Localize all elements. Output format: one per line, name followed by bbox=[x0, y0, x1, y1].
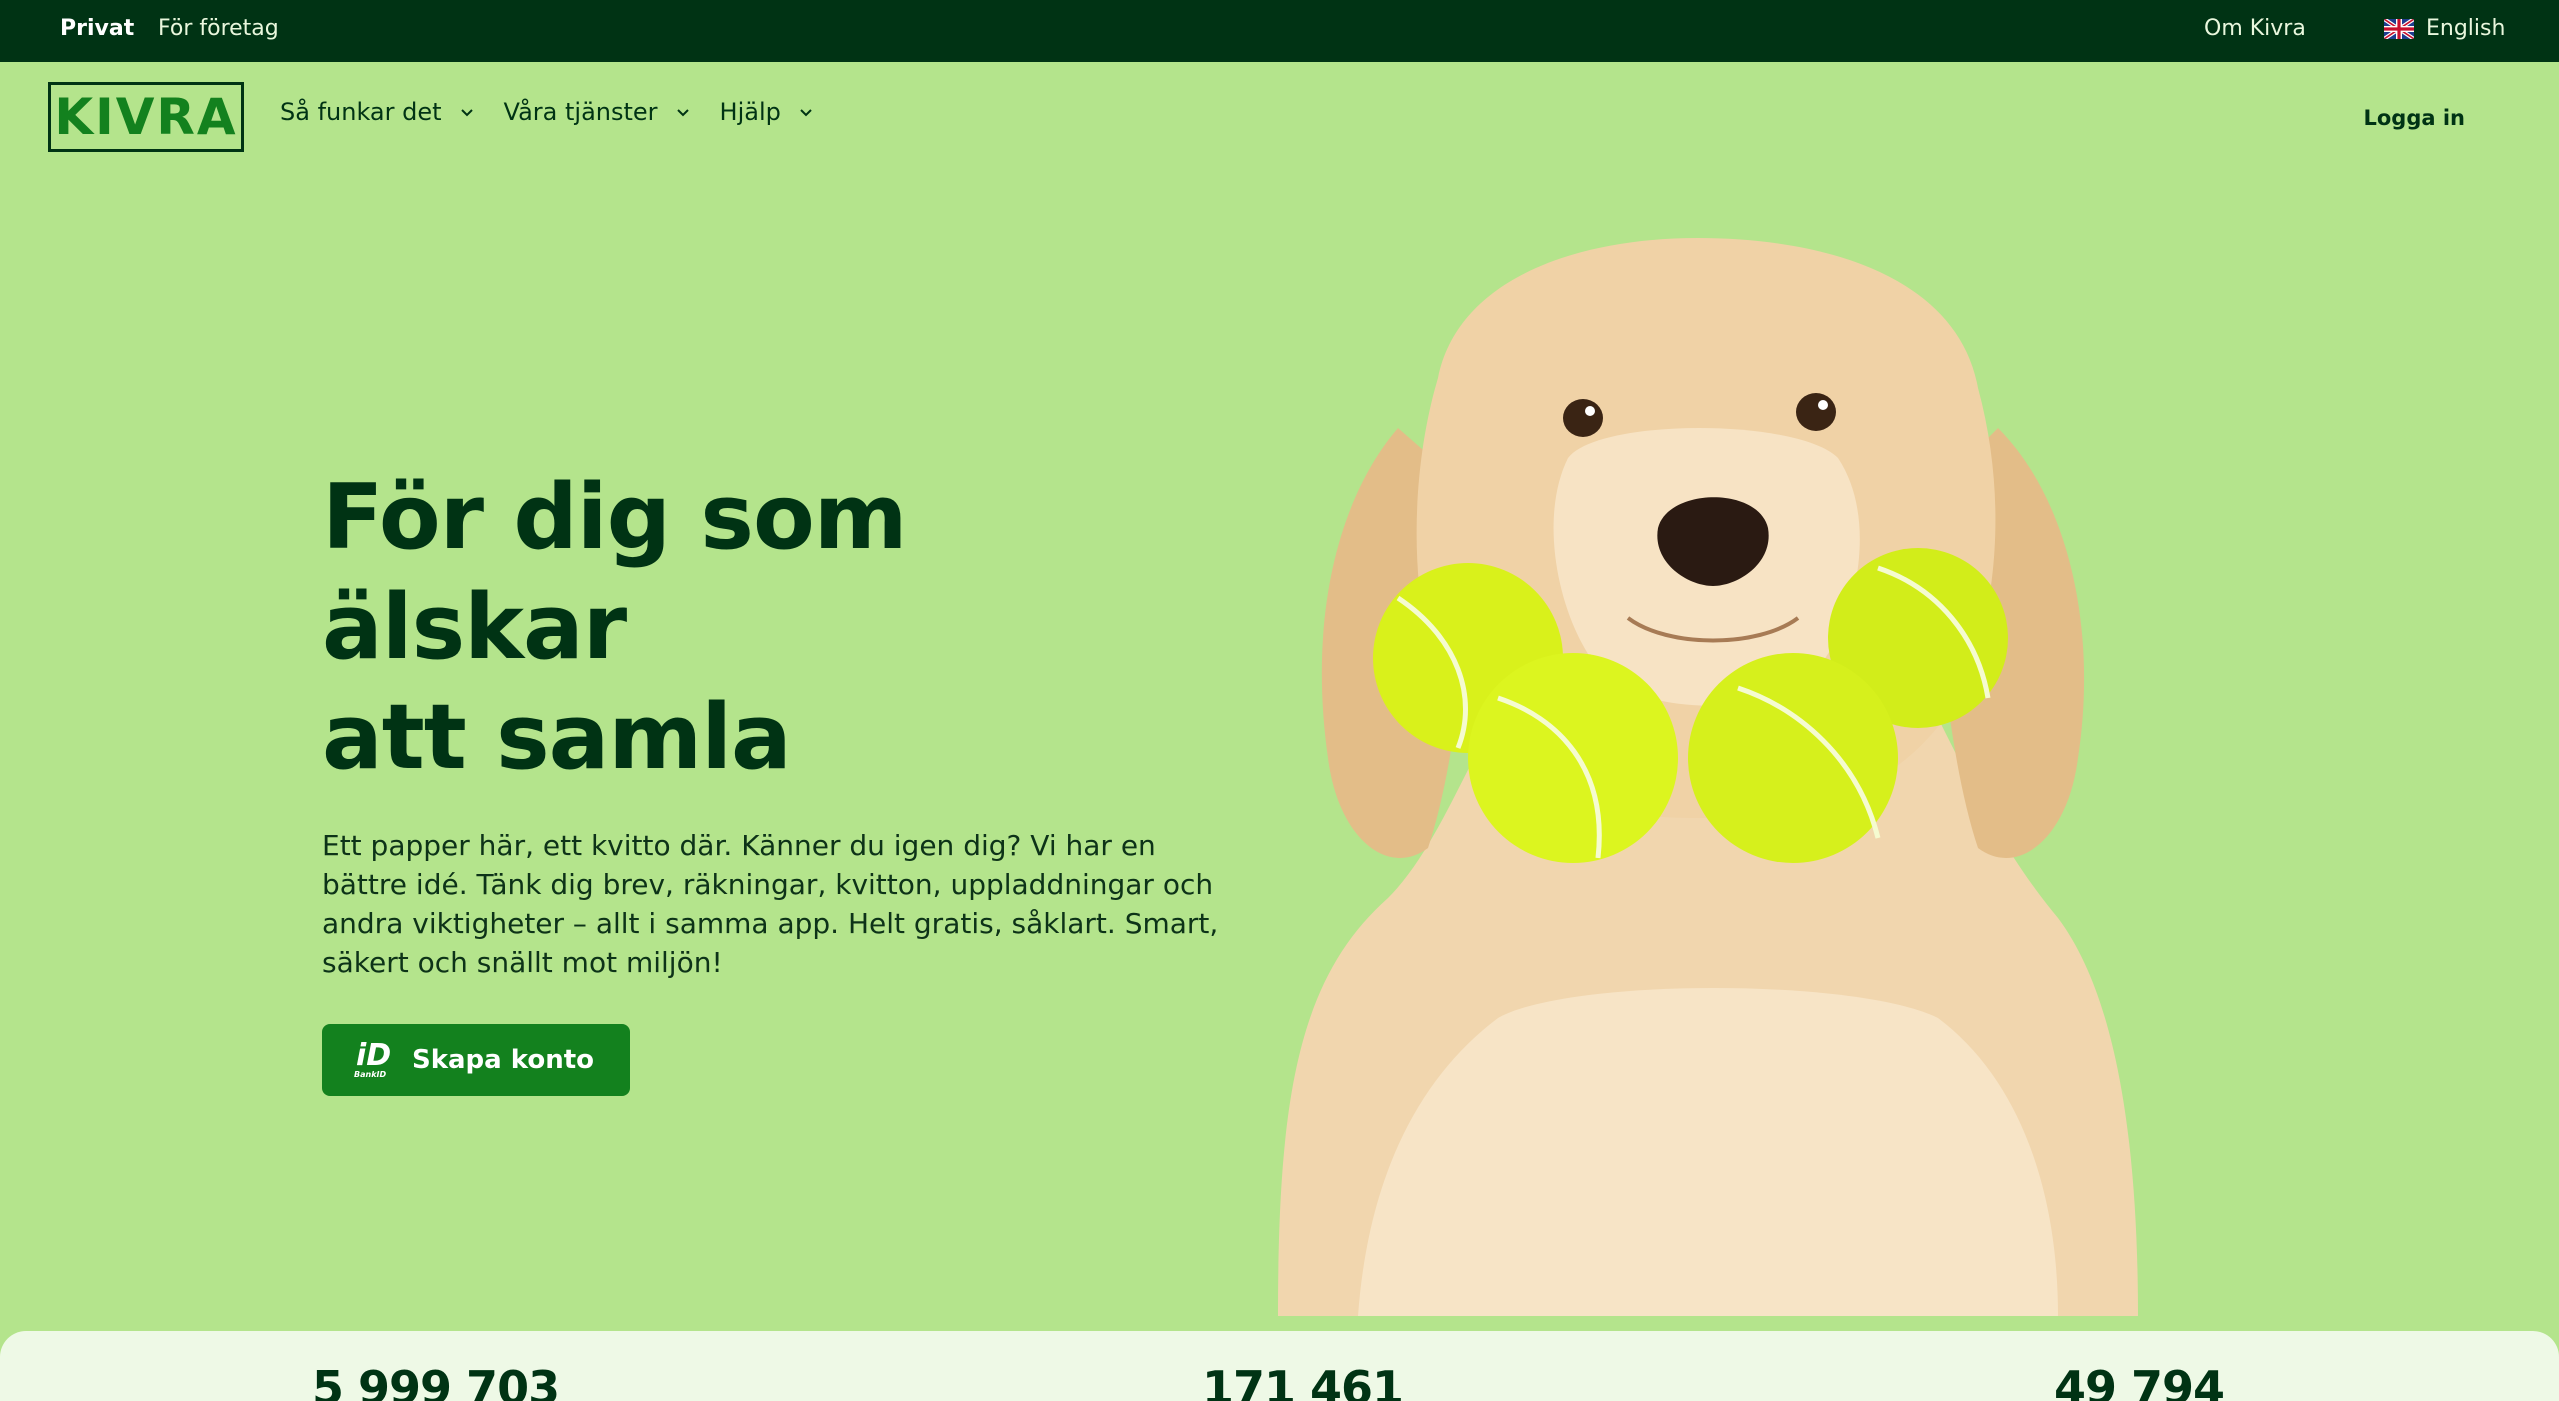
uk-flag-icon bbox=[2384, 19, 2414, 39]
create-account-label: Skapa konto bbox=[412, 1045, 595, 1076]
nav-item-label: Hjälp bbox=[719, 98, 781, 126]
chevron-down-icon bbox=[800, 109, 812, 117]
main-header: KIVRA Så funkar det Våra tjänster Hjälp … bbox=[0, 62, 2559, 168]
language-switch[interactable]: English bbox=[2384, 16, 2505, 41]
chevron-down-icon bbox=[676, 109, 689, 117]
segment-private-link[interactable]: Privat bbox=[60, 16, 134, 41]
nav-item-help[interactable]: Hjälp bbox=[720, 98, 813, 126]
nav-item-services[interactable]: Våra tjänster bbox=[504, 98, 690, 126]
top-bar: Privat För företag Om Kivra English bbox=[0, 0, 2559, 62]
about-link[interactable]: Om Kivra bbox=[2204, 16, 2306, 41]
main-nav: Så funkar det Våra tjänster Hjälp bbox=[280, 98, 843, 126]
hero-title-line1: För dig som älskar bbox=[322, 465, 908, 680]
hero-description: Ett papper här, ett kvitto där. Känner d… bbox=[322, 829, 1219, 980]
dog-with-tennis-balls-image bbox=[1278, 238, 2138, 1316]
hero-title: För dig som älskar att samla bbox=[322, 463, 1222, 792]
stat-value: 171 461 bbox=[1202, 1361, 1404, 1401]
nav-item-how-it-works[interactable]: Så funkar det bbox=[280, 98, 474, 126]
nav-item-label: Våra tjänster bbox=[503, 98, 658, 126]
bankid-icon: iD BankID bbox=[354, 1038, 394, 1080]
language-label: English bbox=[2426, 16, 2506, 41]
nav-item-label: Så funkar det bbox=[280, 98, 442, 126]
logo-text: KIVRA bbox=[54, 88, 238, 146]
kivra-logo[interactable]: KIVRA bbox=[48, 82, 244, 152]
hero-section: För dig som älskar att samla Ett papper … bbox=[0, 168, 2559, 1331]
stats-strip: 5 999 703 171 461 49 794 bbox=[0, 1331, 2559, 1401]
bankid-mark: iD bbox=[356, 1038, 392, 1074]
stat-value: 5 999 703 bbox=[312, 1361, 560, 1401]
hero-text: För dig som älskar att samla Ett papper … bbox=[322, 463, 1222, 1097]
bankid-text: BankID bbox=[354, 1070, 387, 1080]
stat-value: 49 794 bbox=[2054, 1361, 2225, 1401]
create-account-button[interactable]: iD BankID Skapa konto bbox=[322, 1024, 631, 1097]
login-button[interactable]: Logga in bbox=[2331, 100, 2497, 136]
hero-title-line2: att samla bbox=[322, 684, 792, 790]
chevron-down-icon bbox=[460, 109, 473, 117]
segment-business-link[interactable]: För företag bbox=[158, 16, 279, 41]
